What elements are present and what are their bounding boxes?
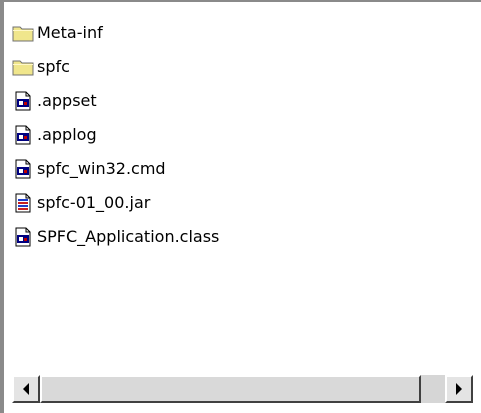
scrollbar-thumb[interactable] — [40, 375, 421, 403]
horizontal-scrollbar[interactable] — [12, 375, 473, 403]
file-name-label: Meta-inf — [37, 23, 103, 42]
arrow-right-icon — [456, 383, 462, 395]
file-icon — [12, 159, 34, 179]
folder-icon — [12, 23, 34, 43]
jar-icon — [12, 193, 34, 213]
list-item[interactable]: .applog — [12, 118, 471, 152]
list-item[interactable]: .appset — [12, 84, 471, 118]
list-item[interactable]: spfc — [12, 50, 471, 84]
arrow-left-icon — [23, 383, 29, 395]
file-icon — [12, 125, 34, 145]
list-item[interactable]: spfc-01_00.jar — [12, 186, 471, 220]
file-icon — [12, 227, 34, 247]
list-item[interactable]: Meta-inf — [12, 16, 471, 50]
file-list: Meta-inf spfc .appset .applog spfc_win32.cmd… — [12, 16, 471, 363]
file-browser-panel: Meta-inf spfc .appset .applog spfc_win32.cmd… — [0, 0, 481, 413]
file-name-label: spfc — [37, 57, 70, 76]
file-name-label: .applog — [37, 125, 97, 144]
list-item[interactable]: SPFC_Application.class — [12, 220, 471, 254]
scroll-left-button[interactable] — [12, 375, 40, 403]
list-item[interactable]: spfc_win32.cmd — [12, 152, 471, 186]
scroll-right-button[interactable] — [445, 375, 473, 403]
file-name-label: spfc_win32.cmd — [37, 159, 166, 178]
file-icon — [12, 91, 34, 111]
file-name-label: spfc-01_00.jar — [37, 193, 151, 212]
file-name-label: SPFC_Application.class — [37, 227, 220, 246]
folder-icon — [12, 57, 34, 77]
file-name-label: .appset — [37, 91, 97, 110]
